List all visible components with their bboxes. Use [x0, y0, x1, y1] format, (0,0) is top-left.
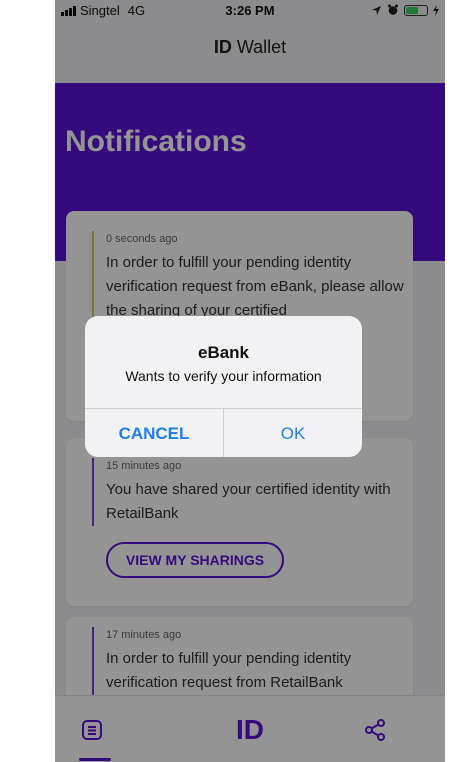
verify-dialog: eBank Wants to verify your information C…: [85, 316, 362, 457]
cancel-button[interactable]: CANCEL: [85, 409, 224, 457]
dialog-title: eBank: [197, 343, 250, 362]
dialog-buttons: CANCEL OK: [85, 408, 362, 457]
dialog-message: Wants to verify your information: [125, 368, 322, 384]
ok-button[interactable]: OK: [224, 409, 362, 457]
phone-screen: Singtel 4G 3:26 PM ID Wallet Notificatio…: [55, 0, 445, 762]
